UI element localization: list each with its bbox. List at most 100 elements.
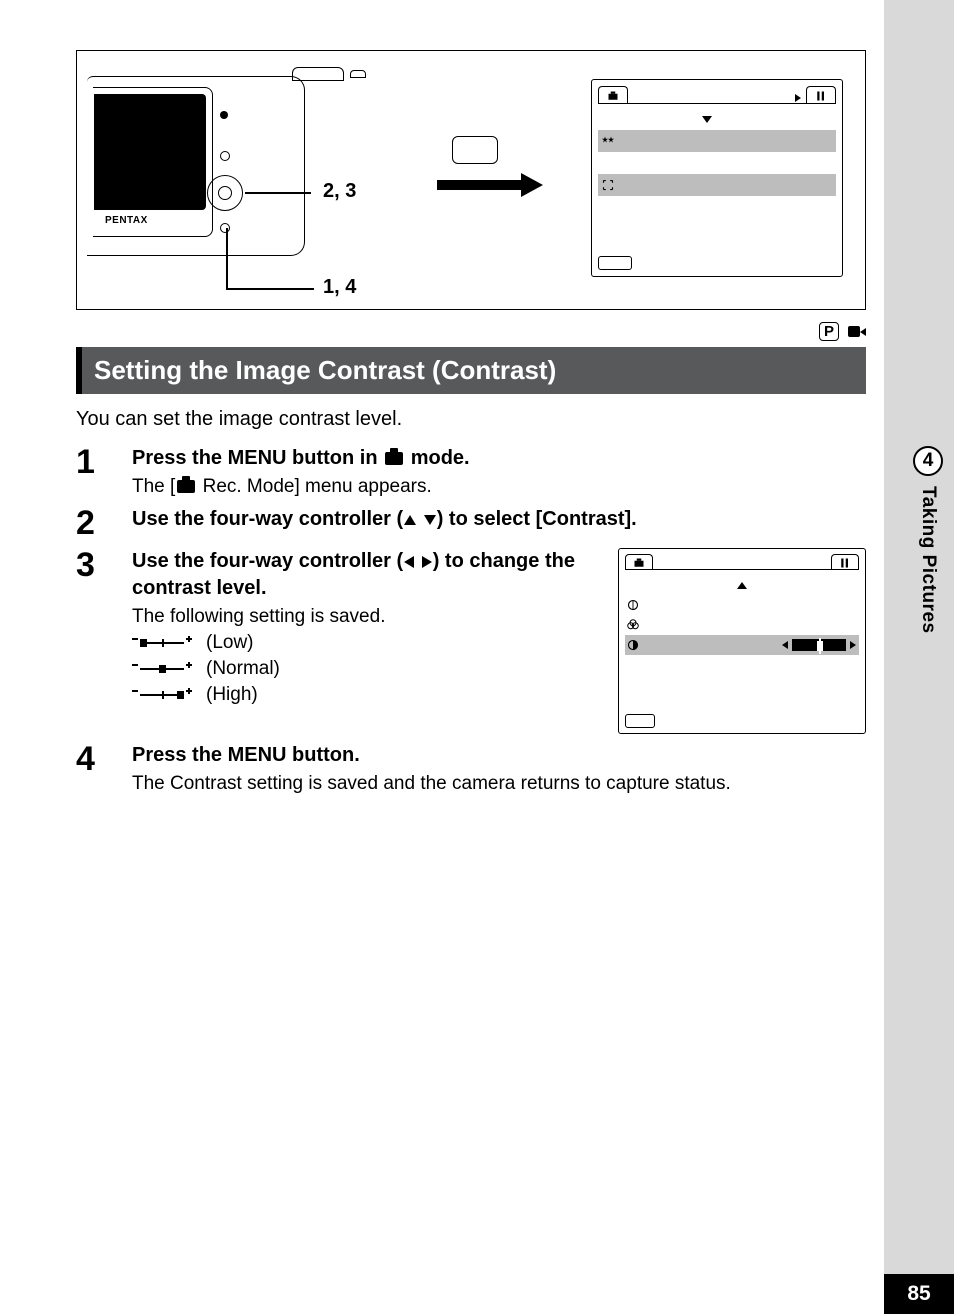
callout-label-23: 2, 3 — [323, 180, 356, 203]
menu-label: MENU — [228, 744, 287, 766]
chevron-down-icon — [702, 116, 712, 123]
callout-line — [226, 288, 314, 290]
menu-button-icon — [220, 223, 230, 233]
menu-row — [625, 675, 859, 695]
capture-mode-icon — [385, 452, 403, 465]
menu-row-contrast-selected — [625, 635, 859, 655]
chapter-number: 4 — [913, 446, 943, 476]
text: Use the four-way controller ( — [132, 550, 403, 572]
camera-button-icon — [220, 151, 230, 161]
step-number: 2 — [76, 506, 132, 540]
page-number: 85 — [884, 1274, 954, 1314]
level-normal: (Normal) — [132, 658, 600, 680]
step-description: The [ Rec. Mode] menu appears. — [132, 476, 866, 498]
quality-stars-icon — [602, 135, 614, 147]
capture-mode-icon — [177, 480, 195, 493]
level-low: (Low) — [132, 632, 600, 654]
step-number: 4 — [76, 742, 132, 795]
menu-row — [598, 218, 836, 240]
setup-tab-icon — [831, 554, 859, 570]
step-title: Press the MENU button in mode. — [132, 445, 866, 472]
setup-tab-icon — [806, 86, 836, 104]
callout-label-14: 1, 4 — [323, 276, 356, 299]
content-area: PENTAX 2, 3 1, 4 — [76, 50, 866, 803]
menu-row — [598, 174, 836, 196]
menu-key-icon — [452, 136, 498, 164]
text: button. — [287, 744, 360, 766]
chevron-up-icon — [737, 582, 747, 589]
step-1: 1 Press the MENU button in mode. The [ R… — [76, 445, 866, 498]
chapter-title: Taking Pictures — [917, 486, 939, 634]
steps-list: 1 Press the MENU button in mode. The [ R… — [76, 445, 866, 795]
level-label: (Normal) — [206, 658, 280, 680]
down-arrow-icon — [424, 515, 436, 525]
arrow-icon — [437, 177, 547, 193]
menu-ok-icon — [598, 256, 632, 270]
step-description: The following setting is saved. — [132, 606, 600, 628]
lcd-contrast-illustration — [618, 548, 866, 734]
text: Use the four-way controller ( — [132, 508, 403, 530]
text: The [ — [132, 476, 175, 497]
left-arrow-icon — [404, 556, 414, 568]
intro-text: You can set the image contrast level. — [76, 408, 866, 431]
menu-row — [625, 655, 859, 675]
menu-footer-icon — [625, 714, 655, 728]
program-mode-icon: P — [819, 322, 839, 341]
text: Press the — [132, 744, 228, 766]
up-arrow-icon — [404, 515, 416, 525]
saturation-icon — [627, 619, 639, 631]
camera-screen-icon: PENTAX — [93, 87, 213, 237]
text: mode. — [405, 447, 469, 469]
camera-power-icon — [350, 70, 366, 78]
menu-row — [598, 152, 836, 174]
chapter-tab: 4 Taking Pictures — [902, 446, 954, 634]
right-arrow-icon — [422, 556, 432, 568]
text: Rec. Mode] menu appears. — [197, 476, 431, 497]
step-4: 4 Press the MENU button. The Contrast se… — [76, 742, 866, 795]
step-number: 1 — [76, 445, 132, 498]
camera-led-icon — [220, 111, 228, 119]
slider-high-icon — [132, 688, 192, 702]
menu-row-selected — [598, 130, 836, 152]
contrast-icon — [627, 639, 639, 651]
menu-row-saturation — [625, 615, 859, 635]
rec-mode-tab-icon — [598, 86, 628, 104]
menu-label: MENU — [228, 447, 287, 469]
contrast-slider-icon — [645, 639, 857, 651]
rec-mode-tab-icon — [625, 554, 653, 570]
callout-line — [245, 192, 311, 194]
menu-row — [598, 196, 836, 218]
margin-column — [884, 0, 954, 1314]
text: ) to select [Contrast]. — [437, 508, 637, 530]
step-number: 3 — [76, 548, 132, 734]
level-label: (Low) — [206, 632, 254, 654]
menu-row — [625, 575, 859, 595]
level-high: (High) — [132, 684, 600, 706]
step-3: 3 Use the four-way controller ( ) to cha… — [76, 548, 866, 734]
menu-row — [598, 108, 836, 130]
movie-mode-icon — [848, 324, 866, 339]
step-title: Use the four-way controller ( ) to chang… — [132, 548, 600, 602]
step-title: Use the four-way controller ( ) to selec… — [132, 506, 866, 533]
mode-badges: P — [76, 320, 866, 341]
camera-brand-label: PENTAX — [105, 215, 148, 226]
four-way-controller-icon — [207, 175, 243, 211]
menu-row-sharpness — [625, 595, 859, 615]
menu-footer — [598, 254, 836, 272]
step-title: Press the MENU button. — [132, 742, 866, 769]
callout-line — [226, 228, 228, 288]
camera-illustration: PENTAX 2, 3 1, 4 — [87, 76, 372, 271]
text: button in — [287, 447, 384, 469]
focus-area-icon — [602, 179, 614, 191]
step-description: The Contrast setting is saved and the ca… — [132, 773, 866, 795]
lcd-menu-illustration — [591, 79, 843, 277]
illustration-panel: PENTAX 2, 3 1, 4 — [76, 50, 866, 310]
slider-normal-icon — [132, 662, 192, 676]
section-heading: Setting the Image Contrast (Contrast) — [76, 347, 866, 394]
level-label: (High) — [206, 684, 258, 706]
page: 4 Taking Pictures 85 PENTAX — [0, 0, 954, 1314]
slider-low-icon — [132, 636, 192, 650]
text: Press the — [132, 447, 228, 469]
tab-arrow-icon — [794, 89, 802, 107]
sharpness-icon — [627, 599, 639, 611]
